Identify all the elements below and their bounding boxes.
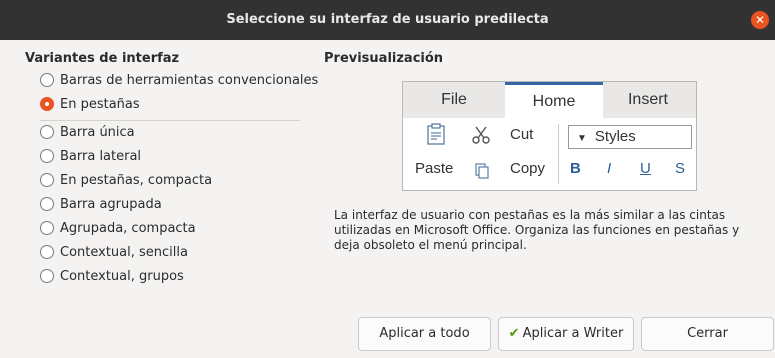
apply-to-all-button[interactable]: Aplicar a todo (358, 317, 491, 351)
apply-to-all-label: Aplicar a todo (379, 326, 470, 341)
preview-tab-insert: Insert (627, 91, 668, 108)
radio-label: Contextual, grupos (60, 268, 184, 284)
radio-button[interactable] (40, 221, 54, 235)
radio-button[interactable] (40, 125, 54, 139)
radio-label: En pestañas, compacta (60, 172, 213, 188)
copy-icon (475, 163, 489, 179)
radio-option[interactable]: Contextual, sencilla (40, 242, 188, 262)
radio-label: Agrupada, compacta (60, 220, 196, 236)
radio-option[interactable]: Agrupada, compacta (40, 218, 196, 238)
styles-label: Styles (594, 128, 636, 145)
checkmark-icon: ✔ (508, 326, 520, 341)
paste-label: Paste (415, 160, 454, 177)
radio-button-selected[interactable] (40, 97, 54, 111)
radio-button[interactable] (40, 149, 54, 163)
divider (40, 120, 300, 121)
preview-tabs: File Home Insert (403, 82, 696, 118)
toolbar-separator (558, 124, 559, 184)
clipboard-icon (427, 123, 445, 145)
bold-icon: B (570, 160, 581, 177)
copy-label: Copy (510, 160, 546, 177)
radio-option[interactable]: Barras de herramientas convencionales (40, 70, 318, 90)
radio-button[interactable] (40, 269, 54, 283)
radio-button[interactable] (40, 173, 54, 187)
radio-button[interactable] (40, 197, 54, 211)
apply-to-writer-label: Aplicar a Writer (522, 326, 624, 341)
preview-toolbar: Cut ▼ Styles Paste Copy B I U S (403, 118, 696, 190)
radio-option[interactable]: Contextual, grupos (40, 266, 184, 286)
radio-option[interactable]: En pestañas (40, 94, 140, 114)
radio-label: Contextual, sencilla (60, 244, 188, 260)
dialog-content: Variantes de interfaz Barras de herramie… (0, 40, 775, 358)
cut-label: Cut (510, 126, 534, 143)
radio-button[interactable] (40, 73, 54, 87)
window-title: Seleccione su interfaz de usuario predil… (226, 12, 549, 27)
variants-heading: Variantes de interfaz (25, 51, 180, 66)
radio-label: Barras de herramientas convencionales (60, 72, 319, 88)
ribbon-preview: File Home Insert Cut ▼ Styles Paste Copy… (402, 81, 697, 191)
description-text: La interfaz de usuario con pestañas es l… (334, 208, 740, 252)
underline-icon: U (640, 160, 651, 177)
scissors-icon (472, 126, 490, 144)
radio-label: Barra lateral (60, 148, 142, 164)
radio-option[interactable]: Barra lateral (40, 146, 141, 166)
radio-option[interactable]: En pestañas, compacta (40, 170, 212, 190)
close-icon[interactable]: ✕ (751, 11, 769, 29)
radio-option[interactable]: Barra agrupada (40, 194, 162, 214)
styles-dropdown: ▼ Styles (568, 125, 692, 149)
radio-label: Barra única (60, 124, 135, 140)
preview-heading: Previsualización (324, 51, 444, 66)
radio-label: En pestañas (60, 96, 140, 112)
preview-tab-file: File (441, 91, 467, 108)
close-button[interactable]: Cerrar (641, 317, 774, 351)
preview-tab-home: Home (505, 82, 603, 118)
apply-to-writer-button[interactable]: ✔ Aplicar a Writer (498, 317, 634, 351)
close-label: Cerrar (687, 326, 728, 341)
strikethrough-icon: S (675, 160, 686, 177)
radio-button[interactable] (40, 245, 54, 259)
title-bar: Seleccione su interfaz de usuario predil… (0, 0, 775, 40)
italic-icon: I (607, 160, 612, 177)
radio-option[interactable]: Barra única (40, 122, 135, 142)
radio-label: Barra agrupada (60, 196, 162, 212)
dropdown-arrow-icon: ▼ (577, 133, 587, 144)
